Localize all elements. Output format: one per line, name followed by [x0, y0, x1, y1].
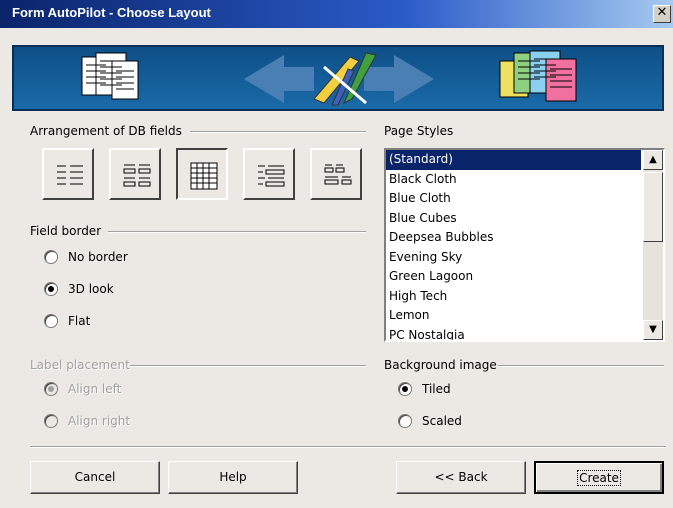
page-styles-list: (Standard) Black Cloth Blue Cloth Blue C…: [386, 150, 641, 341]
page-styles-listbox[interactable]: (Standard) Black Cloth Blue Cloth Blue C…: [384, 148, 665, 342]
cancel-button[interactable]: Cancel: [30, 461, 160, 494]
radio-3d-look[interactable]: 3D look: [44, 282, 114, 296]
dialog-window: Form AutoPilot - Choose Layout ✕ Arrange…: [0, 0, 673, 508]
vertical-scrollbar[interactable]: ▲ ▼: [643, 150, 663, 340]
radio-label: Align right: [68, 414, 131, 428]
help-label: Help: [219, 470, 247, 484]
arrow-up-icon: ▲: [649, 154, 657, 165]
separator: [498, 365, 664, 367]
document-stack-icon: [81, 52, 139, 100]
separator: [108, 231, 366, 233]
layout-block-top-button[interactable]: [310, 148, 362, 200]
list-item[interactable]: Black Cloth: [386, 170, 641, 190]
create-button[interactable]: Create: [534, 461, 664, 494]
scroll-down-button[interactable]: ▼: [643, 320, 663, 340]
list-item[interactable]: Green Lagoon: [386, 267, 641, 287]
layout-columnar-left-button[interactable]: [42, 148, 94, 200]
radio-flat[interactable]: Flat: [44, 314, 90, 328]
help-button[interactable]: Help: [168, 461, 298, 494]
field-border-label: Field border: [30, 224, 102, 238]
list-item[interactable]: (Standard): [386, 150, 641, 170]
list-item[interactable]: High Tech: [386, 287, 641, 307]
styled-documents-icon: [499, 50, 577, 102]
label-placement-label: Label placement: [30, 358, 130, 372]
cancel-label: Cancel: [74, 470, 116, 484]
radio-circle: [44, 382, 58, 396]
radio-scaled[interactable]: Scaled: [398, 414, 462, 428]
columnar-left-icon: [57, 165, 83, 185]
layout-block-left-button[interactable]: [243, 148, 295, 200]
window-title: Form AutoPilot - Choose Layout: [12, 5, 211, 20]
close-button[interactable]: ✕: [653, 5, 671, 23]
radio-circle[interactable]: [44, 314, 58, 328]
list-item[interactable]: Blue Cubes: [386, 209, 641, 229]
layout-columnar-top-button[interactable]: [109, 148, 161, 200]
scroll-thumb[interactable]: [643, 172, 663, 242]
radio-label: Align left: [68, 382, 122, 396]
list-item[interactable]: Deepsea Bubbles: [386, 228, 641, 248]
radio-circle[interactable]: [44, 282, 58, 296]
title-bar[interactable]: Form AutoPilot - Choose Layout ✕: [0, 0, 673, 28]
arrow-down-icon: ▼: [649, 324, 657, 335]
radio-circle[interactable]: [398, 414, 412, 428]
arrangement-label: Arrangement of DB fields: [30, 124, 182, 138]
radio-circle[interactable]: [44, 250, 58, 264]
radio-no-border[interactable]: No border: [44, 250, 128, 264]
page-styles-label: Page Styles: [384, 124, 454, 138]
banner-graphic: [81, 50, 577, 106]
scroll-up-button[interactable]: ▲: [643, 150, 663, 170]
footer-separator: [30, 446, 666, 448]
list-item[interactable]: PC Nostalgia: [386, 326, 641, 341]
radio-label: No border: [68, 250, 128, 264]
back-button[interactable]: << Back: [396, 461, 526, 494]
radio-circle[interactable]: [398, 382, 412, 396]
separator: [190, 131, 366, 133]
radio-label: Flat: [68, 314, 91, 328]
create-label: Create: [577, 470, 621, 486]
layout-datasheet-button[interactable]: [176, 148, 228, 200]
columnar-top-icon: [123, 164, 151, 187]
header-banner: [12, 45, 664, 111]
background-image-label: Background image: [384, 358, 497, 372]
separator: [130, 365, 366, 367]
radio-label: 3D look: [68, 282, 114, 296]
list-item[interactable]: Lemon: [386, 306, 641, 326]
block-left-icon: [258, 165, 285, 187]
block-top-icon: [324, 164, 352, 185]
close-icon: ✕: [656, 5, 668, 20]
radio-align-right: Align right: [44, 414, 130, 428]
radio-circle: [44, 414, 58, 428]
datasheet-icon: [190, 162, 218, 190]
radio-tiled[interactable]: Tiled: [398, 382, 451, 396]
list-item[interactable]: Blue Cloth: [386, 189, 641, 209]
radio-align-left: Align left: [44, 382, 121, 396]
radio-label: Tiled: [422, 382, 451, 396]
list-item[interactable]: Evening Sky: [386, 248, 641, 268]
back-label: << Back: [434, 470, 488, 484]
radio-label: Scaled: [422, 414, 462, 428]
